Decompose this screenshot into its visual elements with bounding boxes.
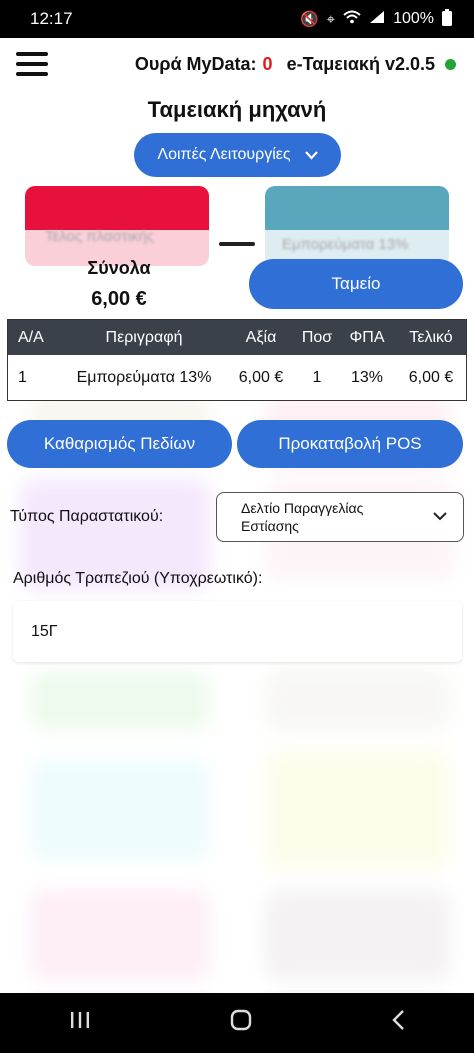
- chevron-down-icon: [433, 507, 447, 525]
- doc-type-label: Τύπος Παραστατικού:: [10, 508, 164, 525]
- location-icon: ⌖: [326, 10, 336, 28]
- status-icons: 🔇 ⌖ 100%: [299, 8, 452, 30]
- signal-icon: [369, 10, 385, 28]
- other-functions-dropdown[interactable]: Λοιπές Λειτουργίες: [134, 133, 341, 177]
- wifi-icon: [343, 10, 361, 28]
- table-row[interactable]: 1 Εμπορεύματα 13% 6,00 € 1 13% 6,00 €: [7, 355, 467, 401]
- table-number-value: 15Γ: [31, 622, 58, 640]
- queue-count: 0: [262, 54, 273, 74]
- online-status-icon: [445, 59, 456, 70]
- table-header-row: Α/Α Περιγραφή Αξία Ποσ ΦΠΑ Τελικό: [7, 319, 467, 355]
- column-header: Τελικό: [396, 319, 467, 355]
- app-name: e-Ταμειακή v2.0.5: [286, 54, 435, 74]
- clear-fields-button[interactable]: Καθαρισμός Πεδίων: [7, 420, 232, 468]
- menu-icon[interactable]: [16, 52, 48, 76]
- table-cell: Εμπορεύματα 13%: [62, 355, 226, 401]
- doc-type-value: Δελτίο Παραγγελίας Εστίασης: [241, 500, 364, 534]
- page-title: Ταμειακή μηχανή: [147, 97, 327, 122]
- column-header: Αξία: [226, 319, 296, 355]
- pos-prepayment-button[interactable]: Προκαταβολή POS: [237, 420, 463, 468]
- nav-bar: [0, 993, 474, 1053]
- column-header: Περιγραφή: [62, 319, 226, 355]
- column-header: Ποσ: [296, 319, 338, 355]
- sheet-drag-handle[interactable]: [219, 242, 255, 246]
- totals-label: Σύνολα: [87, 258, 151, 278]
- header-info: Ουρά MyData: 0 e-Ταμειακή v2.0.5: [135, 54, 456, 75]
- battery-level: 100%: [393, 10, 434, 27]
- cash-register-button[interactable]: Ταμείο: [249, 259, 463, 309]
- status-bar: 12:17 🔇 ⌖ 100%: [0, 0, 474, 38]
- table-cell: 13%: [338, 355, 396, 401]
- table-cell: 1: [7, 355, 62, 401]
- product-tile-label: Τέλος πλαστικής: [45, 228, 155, 245]
- items-table: Α/Α Περιγραφή Αξία Ποσ ΦΠΑ Τελικό 1 Εμπο…: [7, 319, 467, 401]
- table-number-input[interactable]: 15Γ: [13, 601, 462, 662]
- status-time: 12:17: [30, 9, 73, 28]
- back-icon[interactable]: [391, 1009, 405, 1038]
- queue-label: Ουρά MyData:: [134, 54, 257, 74]
- battery-icon: [442, 8, 452, 30]
- table-cell: 1: [296, 355, 338, 401]
- home-icon[interactable]: [230, 1009, 252, 1038]
- chevron-down-icon: [304, 148, 318, 163]
- table-number-label: Αριθμός Τραπεζιού (Υποχρεωτικό):: [13, 570, 263, 587]
- recent-apps-icon[interactable]: [69, 1009, 91, 1037]
- table-cell: 6,00 €: [226, 355, 296, 401]
- table-cell: 6,00 €: [396, 355, 467, 401]
- app-header: Ουρά MyData: 0 e-Ταμειακή v2.0.5: [0, 38, 474, 94]
- totals-value: 6,00 €: [91, 288, 147, 310]
- product-tile-label: Εμπορεύματα 13%: [282, 236, 409, 253]
- other-functions-label: Λοιπές Λειτουργίες: [157, 146, 291, 163]
- mute-icon: 🔇: [299, 11, 319, 28]
- doc-type-select[interactable]: Δελτίο Παραγγελίας Εστίασης: [216, 492, 464, 542]
- column-header: Α/Α: [7, 319, 62, 355]
- column-header: ΦΠΑ: [338, 319, 396, 355]
